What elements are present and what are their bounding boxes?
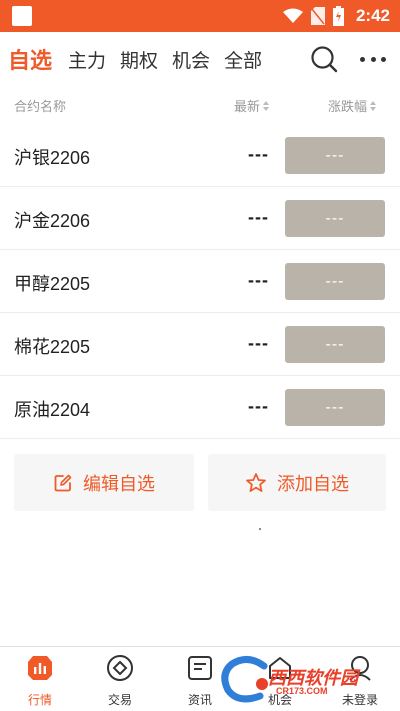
top-nav: 自选 主力 期权 机会 全部 [0,32,400,86]
contract-name: 沪银2206 [14,148,91,168]
battery-icon [332,6,344,26]
notification-icon [12,6,32,26]
bottom-tab-market[interactable]: 行情 [0,653,80,708]
chart-icon [25,653,55,683]
latest-price: --- [248,207,269,227]
column-header-change[interactable]: 涨跌幅 [328,96,377,115]
latest-price: --- [248,270,269,290]
bottom-tab-trade[interactable]: 交易 [80,653,160,708]
contract-name: 棉花2205 [14,337,91,357]
edit-icon [54,474,72,491]
nav-actions [310,32,388,86]
table-header: 合约名称 最新 涨跌幅 [0,88,400,120]
status-icons: 2:42 [282,0,390,32]
table-row[interactable]: 原油2204 --- --- [0,376,400,439]
watchlist-actions: 编辑自选 添加自选 [14,454,386,511]
watermark-url: CR173.COM [276,686,328,696]
edit-watchlist-label: 编辑自选 [83,473,155,494]
star-icon [246,472,266,492]
search-button[interactable] [310,45,338,73]
sort-icon [370,100,377,111]
tab-main[interactable]: 主力 [68,46,106,73]
add-watchlist-label: 添加自选 [277,473,349,494]
column-header-latest[interactable]: 最新 [234,96,270,115]
change-button[interactable]: --- [285,263,385,300]
change-button[interactable]: --- [285,137,385,174]
more-dot [381,56,386,62]
column-header-change-label: 涨跌幅 [328,99,368,114]
loading-dot [259,528,261,530]
tab-all[interactable]: 全部 [224,46,262,73]
contract-name: 沪金2206 [14,211,91,231]
latest-price: --- [248,144,269,164]
status-bar: 2:42 [0,0,400,32]
status-time: 2:42 [355,6,390,25]
more-button[interactable] [358,45,388,73]
sort-icon [263,100,270,111]
change-button[interactable]: --- [285,200,385,237]
bottom-tab-label: 资讯 [187,693,212,707]
tab-watchlist[interactable]: 自选 [8,43,52,75]
latest-price: --- [248,333,269,353]
tab-opportunity[interactable]: 机会 [172,46,210,73]
tab-options[interactable]: 期权 [120,46,158,73]
change-button[interactable]: --- [285,389,385,426]
column-header-latest-label: 最新 [234,99,261,114]
watermark: 西西软件园 CR173.COM [218,654,382,704]
table-row[interactable]: 沪金2206 --- --- [0,187,400,250]
more-dot [360,56,365,62]
no-sim-icon [310,7,325,25]
wifi-icon [282,8,303,23]
edit-watchlist-button[interactable]: 编辑自选 [14,454,194,511]
bottom-tab-label: 行情 [27,693,52,707]
table-row[interactable]: 沪银2206 --- --- [0,124,400,187]
change-button[interactable]: --- [285,326,385,363]
add-watchlist-button[interactable]: 添加自选 [208,454,386,511]
contract-name: 原油2204 [14,400,91,420]
bottom-tab-label: 交易 [107,693,132,707]
news-icon [185,653,215,683]
table-row[interactable]: 甲醇2205 --- --- [0,250,400,313]
contract-name: 甲醇2205 [14,274,91,294]
column-header-name: 合约名称 [14,99,67,114]
latest-price: --- [248,396,269,416]
more-dot [370,56,376,62]
coin-icon [105,653,135,683]
table-row[interactable]: 棉花2205 --- --- [0,313,400,376]
watchlist-table: 沪银2206 --- --- 沪金2206 --- --- 甲醇2205 ---… [0,124,400,439]
search-icon [311,46,338,73]
